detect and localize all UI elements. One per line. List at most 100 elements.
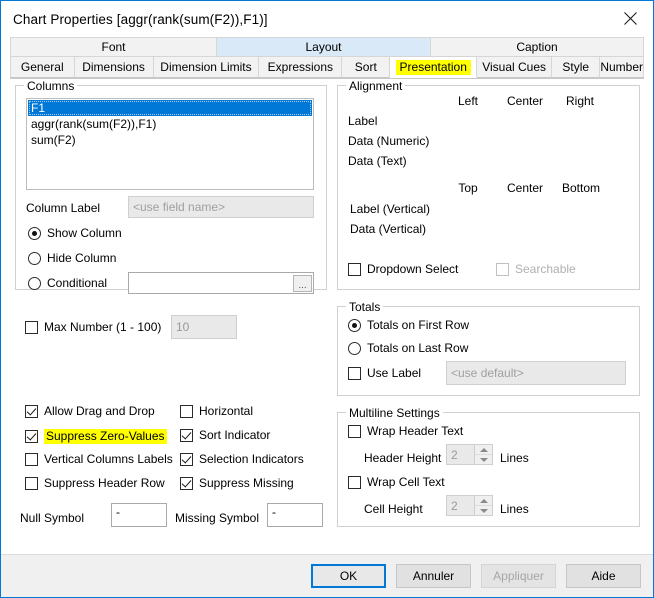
- right-panel: Alignment Left Center Right Label Data (…: [337, 79, 640, 527]
- header-height-up-icon[interactable]: [475, 445, 492, 455]
- checkbox-selection-indicators[interactable]: Selection Indicators: [180, 453, 304, 466]
- tab-style[interactable]: Style: [552, 57, 601, 78]
- multiline-settings-group: Multiline Settings Wrap Header Text Head…: [337, 406, 640, 527]
- checkbox-horizontal-box: [180, 405, 193, 418]
- conditional-browse-button[interactable]: ...: [293, 274, 312, 292]
- tab-presentation[interactable]: Presentation: [390, 57, 478, 78]
- alignment-row-label: Label: [348, 114, 378, 128]
- radio-totals-first-row[interactable]: Totals on First Row: [348, 319, 469, 332]
- radio-show-column-label: Show Column: [47, 226, 122, 240]
- alignment-row-data-text: Data (Text): [348, 154, 407, 168]
- checkbox-use-label[interactable]: Use Label: [348, 367, 421, 380]
- header-height-stepper[interactable]: 2: [446, 444, 493, 465]
- checkbox-allow-drag-and-drop-box: [25, 405, 38, 418]
- radio-show-column[interactable]: Show Column: [28, 227, 122, 240]
- checkbox-vertical-columns-labels[interactable]: Vertical Columns Labels: [25, 453, 173, 466]
- radio-totals-first-row-dot: [348, 319, 361, 332]
- checkbox-vertical-columns-labels-label: Vertical Columns Labels: [44, 452, 173, 466]
- alignment-header-bottom: Bottom: [561, 181, 600, 195]
- ok-button[interactable]: OK: [311, 564, 386, 588]
- conditional-input[interactable]: ...: [128, 272, 314, 294]
- radio-hide-column[interactable]: Hide Column: [28, 252, 116, 265]
- alignment-group: Alignment Left Center Right Label Data (…: [337, 79, 640, 290]
- tab-row-top: Font Layout Caption: [10, 37, 644, 57]
- checkbox-wrap-header-text-label: Wrap Header Text: [367, 424, 464, 438]
- column-label-label: Column Label: [26, 201, 101, 215]
- checkbox-wrap-header-text[interactable]: Wrap Header Text: [348, 425, 463, 438]
- tab-expressions-label: Expressions: [267, 60, 334, 74]
- radio-totals-last-row[interactable]: Totals on Last Row: [348, 342, 468, 355]
- cell-height-value: 2: [451, 498, 458, 513]
- checkbox-suppress-zero-values[interactable]: Suppress Zero-Values: [25, 429, 167, 444]
- radio-hide-column-label: Hide Column: [47, 251, 117, 265]
- column-label-input[interactable]: <use field name>: [128, 196, 314, 218]
- cell-height-label: Cell Height: [364, 502, 423, 516]
- tab-sort[interactable]: Sort: [342, 57, 391, 78]
- checkbox-horizontal[interactable]: Horizontal: [180, 405, 253, 418]
- checkbox-dropdown-select[interactable]: Dropdown Select: [348, 263, 458, 276]
- checkbox-max-number[interactable]: Max Number (1 - 100): [25, 321, 161, 334]
- checkbox-suppress-missing-box: [180, 477, 193, 490]
- alignment-group-legend: Alignment: [346, 79, 406, 93]
- null-symbol-input[interactable]: -: [111, 503, 167, 527]
- radio-show-column-dot: [28, 227, 41, 240]
- tab-font[interactable]: Font: [10, 37, 217, 57]
- checkbox-suppress-header-row[interactable]: Suppress Header Row: [25, 477, 165, 490]
- checkbox-wrap-cell-text[interactable]: Wrap Cell Text: [348, 476, 445, 489]
- tab-number[interactable]: Number: [600, 57, 644, 78]
- cell-height-stepper[interactable]: 2: [446, 495, 493, 516]
- tab-style-label: Style: [562, 60, 590, 74]
- missing-symbol-label: Missing Symbol: [175, 511, 260, 525]
- tab-panel-presentation: Columns F1 aggr(rank(sum(F2)),F1) sum(F2…: [1, 79, 653, 554]
- checkbox-dropdown-select-label: Dropdown Select: [367, 262, 459, 276]
- tab-sort-label: Sort: [354, 60, 377, 74]
- checkbox-suppress-missing[interactable]: Suppress Missing: [180, 477, 294, 490]
- use-label-input[interactable]: <use default>: [446, 361, 626, 385]
- cell-height-arrows[interactable]: [474, 496, 492, 515]
- alignment-row-data-numeric: Data (Numeric): [348, 134, 430, 148]
- tab-dimensions[interactable]: Dimensions: [74, 57, 154, 78]
- tab-layout[interactable]: Layout: [217, 37, 431, 57]
- cell-height-down-icon[interactable]: [475, 506, 492, 515]
- checkbox-wrap-cell-text-label: Wrap Cell Text: [367, 475, 445, 489]
- radio-conditional[interactable]: Conditional: [28, 277, 107, 290]
- checkbox-vertical-columns-labels-box: [25, 453, 38, 466]
- checkbox-allow-drag-and-drop[interactable]: Allow Drag and Drop: [25, 405, 155, 418]
- columns-listbox[interactable]: F1 aggr(rank(sum(F2)),F1) sum(F2): [26, 98, 314, 190]
- title-bar: Chart Properties [aggr(rank(sum(F2)),F1)…: [1, 1, 653, 37]
- tab-visual-cues[interactable]: Visual Cues: [477, 57, 553, 78]
- max-number-input[interactable]: 10: [171, 315, 237, 339]
- alignment-header-right: Right: [565, 94, 594, 108]
- checkbox-suppress-missing-label: Suppress Missing: [199, 476, 294, 490]
- checkbox-suppress-header-row-box: [25, 477, 38, 490]
- help-button[interactable]: Aide: [566, 564, 641, 588]
- checkbox-horizontal-label: Horizontal: [199, 404, 254, 418]
- tab-general-label: General: [20, 60, 64, 74]
- window-title: Chart Properties [aggr(rank(sum(F2)),F1)…: [13, 11, 268, 27]
- checkbox-selection-indicators-box: [180, 453, 193, 466]
- close-icon[interactable]: [607, 1, 653, 35]
- cell-height-up-icon[interactable]: [475, 496, 492, 506]
- checkbox-searchable-label: Searchable: [515, 262, 576, 276]
- chart-properties-dialog: Chart Properties [aggr(rank(sum(F2)),F1)…: [0, 0, 654, 598]
- header-height-arrows[interactable]: [474, 445, 492, 464]
- columns-group: Columns F1 aggr(rank(sum(F2)),F1) sum(F2…: [15, 79, 327, 294]
- checkbox-sort-indicator[interactable]: Sort Indicator: [180, 429, 270, 442]
- list-item[interactable]: aggr(rank(sum(F2)),F1): [28, 116, 312, 132]
- missing-symbol-input[interactable]: -: [267, 503, 323, 527]
- checkbox-use-label-box: [348, 367, 361, 380]
- checkbox-suppress-header-row-label: Suppress Header Row: [44, 476, 165, 490]
- header-height-down-icon[interactable]: [475, 455, 492, 464]
- list-item[interactable]: sum(F2): [28, 132, 312, 148]
- tab-caption[interactable]: Caption: [431, 37, 644, 57]
- radio-conditional-dot: [28, 277, 41, 290]
- totals-group-legend: Totals: [346, 300, 384, 314]
- columns-group-legend: Columns: [24, 79, 78, 93]
- header-height-label: Header Height: [364, 451, 442, 465]
- list-item[interactable]: F1: [28, 100, 312, 116]
- tab-dimension-limits[interactable]: Dimension Limits: [153, 57, 260, 78]
- checkbox-max-number-box: [25, 321, 38, 334]
- cancel-button[interactable]: Annuler: [396, 564, 471, 588]
- tab-expressions[interactable]: Expressions: [259, 57, 343, 78]
- tab-general[interactable]: General: [10, 57, 75, 78]
